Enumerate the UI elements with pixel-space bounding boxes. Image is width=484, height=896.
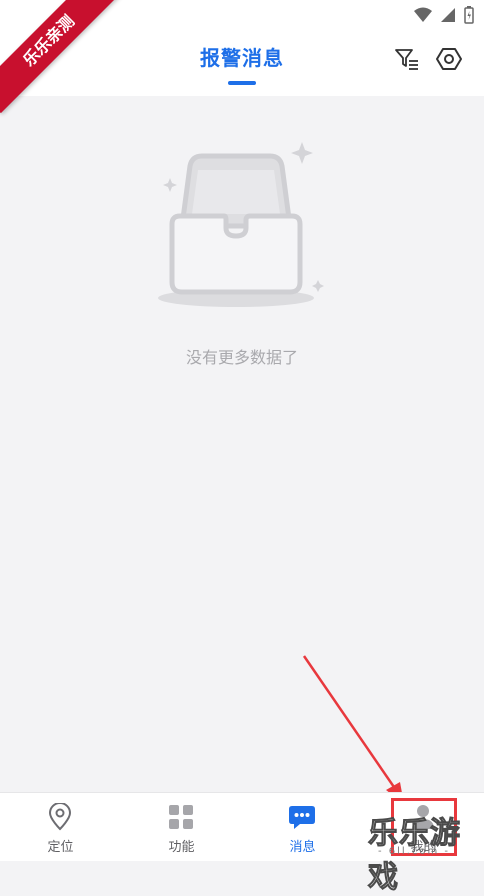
filter-icon[interactable] — [392, 44, 422, 74]
status-icons — [414, 6, 474, 24]
empty-inbox-icon — [158, 142, 324, 307]
settings-icon[interactable] — [434, 44, 464, 74]
annotation-arrow — [302, 655, 404, 804]
chat-bubble-icon — [288, 803, 316, 831]
location-pin-icon — [46, 803, 74, 831]
app-header: 报警消息 — [0, 34, 484, 96]
tab-functions[interactable]: 功能 — [121, 793, 242, 861]
tab-location[interactable]: 定位 — [0, 793, 121, 861]
watermark-sub: - 6ll.com - — [378, 846, 451, 857]
signal-icon — [441, 8, 455, 22]
title-underline — [228, 81, 256, 85]
empty-state-message: 没有更多数据了 — [185, 348, 298, 367]
wifi-icon — [414, 7, 432, 22]
battery-icon — [464, 6, 474, 24]
tab-label: 定位 — [47, 840, 74, 855]
tab-label: 功能 — [168, 840, 195, 855]
grid-icon — [167, 803, 195, 831]
tab-messages[interactable]: 消息 — [242, 793, 363, 861]
tab-label: 消息 — [289, 840, 316, 855]
